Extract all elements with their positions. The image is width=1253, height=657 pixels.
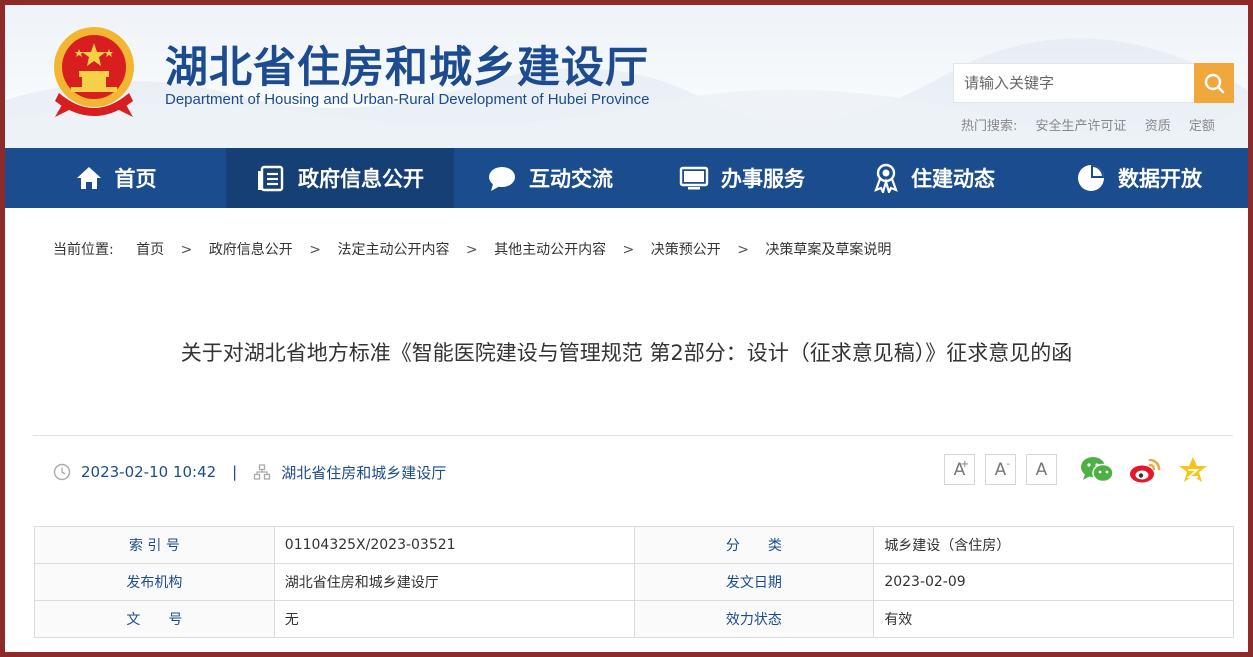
search-button[interactable]	[1194, 63, 1234, 103]
font-increase-mark: +	[960, 459, 969, 470]
breadcrumb-separator: >	[737, 242, 749, 258]
wechat-icon	[1081, 457, 1114, 483]
breadcrumb-lead: 当前位置:	[53, 242, 114, 258]
nav-item-label: 办事服务	[721, 167, 805, 191]
info-value: 有效	[873, 600, 1234, 638]
share-qzone-button[interactable]	[1176, 454, 1210, 486]
article-meta: 2023-02-10 10:42 | 湖北省住房和城乡建设厅	[53, 460, 446, 484]
nav-item-services[interactable]: 办事服务	[646, 148, 838, 208]
article-title: 关于对湖北省地方标准《智能医院建设与管理规范 第2部分：设计（征求意见稿）》征求…	[180, 341, 1073, 365]
breadcrumb-item[interactable]: 决策预公开	[651, 242, 721, 258]
meta-separator: |	[232, 463, 238, 481]
hot-keyword[interactable]: 资质	[1145, 119, 1171, 134]
table-row: 文 号 无 效力状态 有效	[34, 600, 1234, 638]
page-frame: 湖北省住房和城乡建设厅 Department of Housing and Ur…	[5, 5, 1248, 652]
weibo-icon	[1130, 458, 1161, 483]
monitor-icon	[679, 166, 709, 190]
font-reset-button[interactable]: A	[1026, 454, 1057, 485]
breadcrumb-separator: >	[622, 242, 635, 258]
search-box	[953, 63, 1234, 103]
font-decrease-button[interactable]: A-	[985, 454, 1016, 485]
hot-keyword[interactable]: 安全生产许可证	[1036, 119, 1127, 134]
clock-icon	[53, 463, 71, 481]
main-nav: 首页 政府信息公开 互动交流 办事服务 住建动态 数据开放	[5, 148, 1248, 208]
publish-datetime: 2023-02-10 10:42	[81, 463, 217, 481]
info-key: 文 号	[34, 600, 275, 638]
home-icon	[76, 167, 101, 189]
divider	[33, 435, 1233, 436]
article-source: 湖北省住房和城乡建设厅	[281, 463, 447, 482]
table-row: 索 引 号 01104325X/2023-03521 分 类 城乡建设（含住房）	[34, 526, 1234, 564]
info-key: 发文日期	[633, 563, 875, 601]
info-key: 发布机构	[34, 563, 275, 601]
site-subtitle: Department of Housing and Urban-Rural De…	[165, 91, 650, 108]
share-weibo-button[interactable]	[1128, 454, 1162, 486]
hot-search-label: 热门搜索:	[961, 119, 1018, 134]
nav-item-gov-info[interactable]: 政府信息公开	[226, 148, 454, 208]
info-value: 2023-02-09	[873, 563, 1234, 601]
chat-bubble-icon	[489, 167, 515, 191]
font-decrease-mark: -	[1006, 459, 1010, 470]
breadcrumb-separator: >	[465, 242, 478, 258]
info-key: 效力状态	[633, 600, 875, 638]
breadcrumb: 当前位置: 首页 > 政府信息公开 > 法定主动公开内容 > 其他主动公开内容 …	[53, 239, 891, 259]
breadcrumb-item[interactable]: 首页	[136, 242, 164, 258]
search-icon	[1204, 73, 1225, 94]
info-value: 01104325X/2023-03521	[273, 526, 635, 564]
nav-item-label: 互动交流	[529, 167, 613, 191]
nav-item-label: 首页	[114, 167, 157, 191]
national-emblem-icon	[54, 27, 134, 117]
site-header: 湖北省住房和城乡建设厅 Department of Housing and Ur…	[5, 5, 1248, 148]
breadcrumb-item[interactable]: 其他主动公开内容	[494, 242, 606, 258]
breadcrumb-separator: >	[180, 242, 193, 258]
breadcrumb-item[interactable]: 决策草案及草案说明	[765, 242, 891, 258]
breadcrumb-item[interactable]: 法定主动公开内容	[337, 242, 449, 258]
font-increase-button[interactable]: A +	[944, 454, 975, 485]
table-row: 发布机构 湖北省住房和城乡建设厅 发文日期 2023-02-09	[34, 563, 1234, 601]
info-key: 分 类	[633, 526, 875, 564]
hot-keyword[interactable]: 定额	[1189, 119, 1215, 134]
nav-item-label: 政府信息公开	[298, 167, 424, 191]
info-key: 索 引 号	[34, 526, 275, 564]
nav-item-label: 住建动态	[911, 167, 995, 191]
font-size-tools: A + A- A	[944, 454, 1067, 485]
nav-item-news[interactable]: 住建动态	[838, 148, 1030, 208]
share-tools	[1080, 454, 1224, 486]
info-value: 城乡建设（含住房）	[873, 526, 1234, 564]
nav-item-home[interactable]: 首页	[5, 148, 226, 208]
info-value: 无	[273, 600, 635, 638]
breadcrumb-separator: >	[309, 242, 321, 258]
nav-item-open-data[interactable]: 数据开放	[1030, 148, 1248, 208]
font-reset-label: A	[1035, 459, 1048, 480]
search-input[interactable]	[954, 64, 1194, 102]
nav-item-interaction[interactable]: 互动交流	[454, 148, 646, 208]
qzone-star-icon	[1179, 457, 1207, 482]
hot-search: 热门搜索: 安全生产许可证 资质 定额	[961, 115, 1229, 134]
site-title: 湖北省住房和城乡建设厅	[165, 43, 649, 93]
info-value: 湖北省住房和城乡建设厅	[273, 563, 635, 601]
nav-item-label: 数据开放	[1118, 167, 1202, 191]
document-list-icon	[258, 165, 284, 192]
share-wechat-button[interactable]	[1080, 454, 1114, 486]
font-decrease-label: A	[994, 459, 1007, 480]
info-table: 索 引 号 01104325X/2023-03521 分 类 城乡建设（含住房）…	[34, 526, 1234, 638]
breadcrumb-item[interactable]: 政府信息公开	[209, 242, 293, 258]
award-icon	[874, 163, 898, 193]
pie-chart-icon	[1078, 165, 1104, 191]
organization-icon	[254, 464, 271, 480]
